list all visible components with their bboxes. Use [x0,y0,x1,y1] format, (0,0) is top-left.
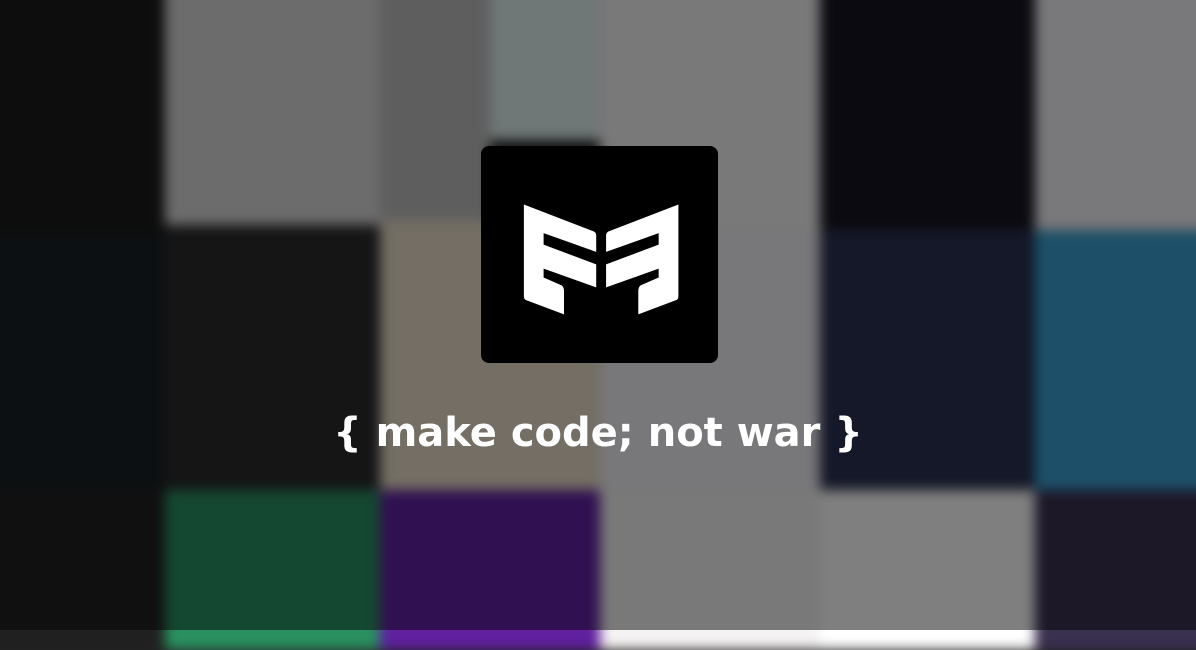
logo [481,146,718,363]
ff-monogram-logo-icon [523,204,679,315]
tagline: { make code; not war } [333,410,863,456]
